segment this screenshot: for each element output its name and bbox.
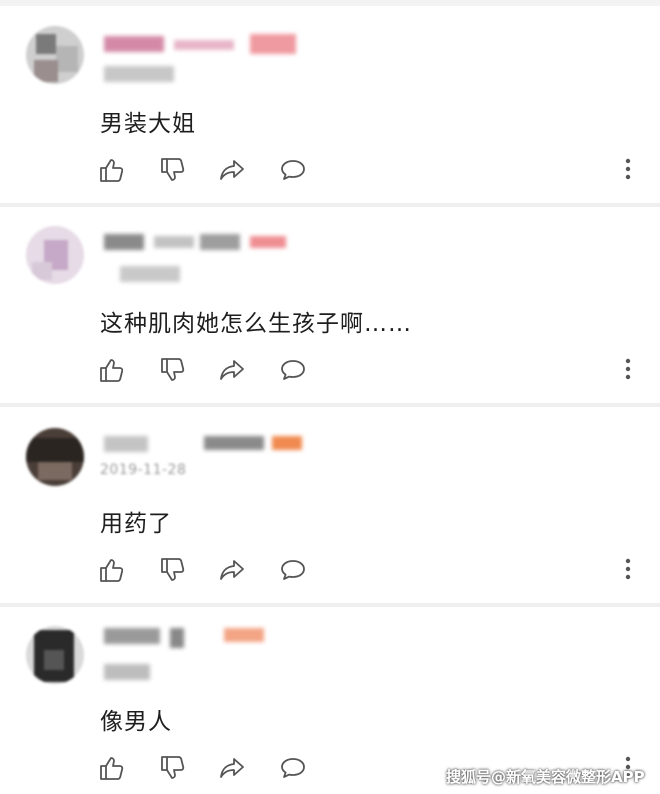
thumbs-up-icon (98, 156, 126, 184)
share-icon (218, 556, 246, 584)
user-avatar[interactable] (26, 626, 84, 684)
thumbs-down-icon (159, 156, 187, 184)
reply-button[interactable] (277, 354, 309, 386)
thumbs-down-icon (159, 556, 187, 584)
more-vertical-icon (625, 558, 631, 580)
comment-divider (0, 203, 660, 207)
like-button[interactable] (96, 554, 128, 586)
like-button[interactable] (96, 354, 128, 386)
share-button[interactable] (216, 554, 248, 586)
more-options-button[interactable] (616, 554, 640, 584)
username[interactable] (104, 628, 274, 648)
comment-bubble-icon (279, 754, 307, 782)
more-vertical-icon (625, 158, 631, 180)
comment-bubble-icon (279, 356, 307, 384)
username[interactable] (104, 436, 304, 452)
comment-actions (0, 354, 660, 388)
more-options-button[interactable] (616, 354, 640, 384)
comment-actions (0, 554, 660, 588)
user-avatar[interactable] (26, 226, 84, 284)
more-vertical-icon (625, 358, 631, 380)
thumbs-down-icon (159, 754, 187, 782)
like-button[interactable] (96, 752, 128, 784)
dislike-button[interactable] (157, 752, 189, 784)
reply-button[interactable] (277, 154, 309, 186)
user-avatar[interactable] (26, 428, 84, 486)
thumbs-up-icon (98, 356, 126, 384)
top-edge (0, 0, 660, 6)
comment-time (104, 66, 174, 82)
comment-text: 男装大姐 (100, 111, 196, 137)
comment-bubble-icon (279, 156, 307, 184)
dislike-button[interactable] (157, 354, 189, 386)
like-button[interactable] (96, 154, 128, 186)
share-icon (218, 356, 246, 384)
reply-button[interactable] (277, 752, 309, 784)
share-icon (218, 754, 246, 782)
thumbs-down-icon (159, 356, 187, 384)
thumbs-up-icon (98, 556, 126, 584)
username[interactable] (104, 234, 294, 250)
share-button[interactable] (216, 354, 248, 386)
comment-text: 像男人 (100, 709, 172, 735)
share-button[interactable] (216, 154, 248, 186)
thumbs-up-icon (98, 754, 126, 782)
comment-actions (0, 154, 660, 188)
comment-date: 2019-11-28 (100, 462, 187, 478)
comment-text: 用药了 (100, 511, 172, 537)
dislike-button[interactable] (157, 154, 189, 186)
username[interactable] (104, 34, 304, 54)
comment-divider (0, 603, 660, 607)
comment-time (120, 266, 180, 282)
more-options-button[interactable] (616, 154, 640, 184)
comment-bubble-icon (279, 556, 307, 584)
share-icon (218, 156, 246, 184)
comment-text: 这种肌肉她怎么生孩子啊…… (100, 311, 412, 337)
user-avatar[interactable] (26, 26, 84, 84)
share-button[interactable] (216, 752, 248, 784)
comment-divider (0, 403, 660, 407)
watermark: 搜狐号@新氧美容微整形APP (446, 768, 645, 786)
comment-time (104, 664, 150, 680)
dislike-button[interactable] (157, 554, 189, 586)
reply-button[interactable] (277, 554, 309, 586)
